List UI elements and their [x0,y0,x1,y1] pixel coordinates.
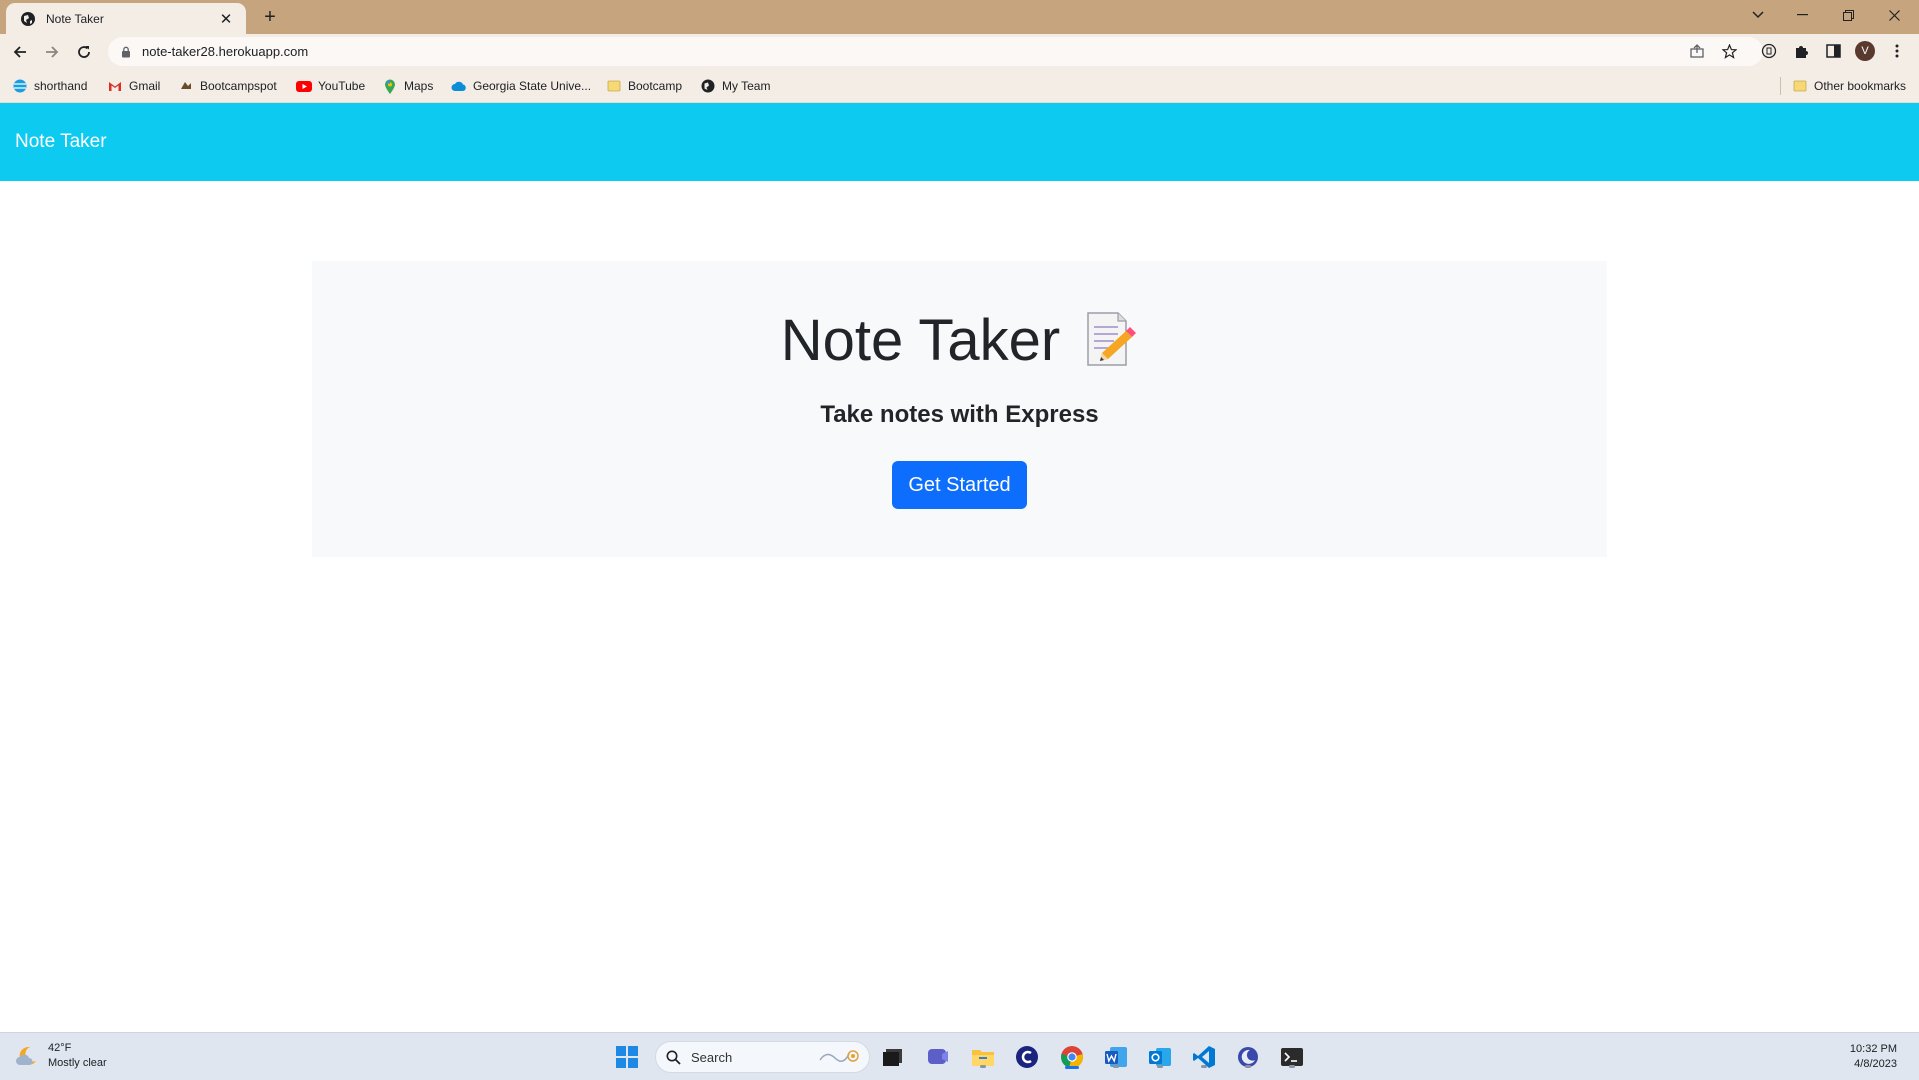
word-icon[interactable] [1101,1042,1131,1072]
maps-pin-icon [382,78,398,94]
taskbar-clock[interactable]: 10:32 PM 4/8/2023 [1850,1042,1897,1072]
bookmark-my-team[interactable]: My Team [700,77,770,95]
reload-icon[interactable] [70,38,98,66]
navbar-brand[interactable]: Note Taker [15,131,107,153]
back-arrow-icon[interactable] [6,38,34,66]
folder-icon [1792,78,1808,94]
bookmark-maps[interactable]: Maps [382,77,433,95]
moon-cloud-icon [16,1046,36,1065]
memo-pencil-icon [1087,311,1137,366]
bookmark-star-icon[interactable] [1718,40,1740,62]
running-indicator [980,1065,986,1068]
profile-avatar[interactable]: V [1854,40,1876,62]
search-icon [666,1050,681,1065]
bookmark-gmail[interactable]: Gmail [107,77,160,95]
globe-icon [700,78,716,94]
outlook-icon[interactable] [1145,1042,1175,1072]
weather-temp: 42°F [48,1042,72,1054]
weather-desc: Mostly clear [48,1057,107,1069]
extension-circle-icon[interactable] [1758,40,1780,62]
address-bar[interactable]: note-taker28.herokuapp.com [108,37,1763,66]
running-indicator [1289,1065,1295,1068]
running-indicator [1157,1065,1163,1068]
restore-icon[interactable] [1826,0,1871,30]
hero-jumbotron: Note Taker Take notes with Express Get S… [312,261,1607,557]
bookmark-shorthand[interactable]: shorthand [12,77,87,95]
windows-taskbar: 42°F Mostly clear Search 10:32 PM 4/8/20… [0,1032,1919,1080]
bookmark-bootcamp-folder[interactable]: Bootcamp [606,77,682,95]
vscode-icon[interactable] [1189,1042,1219,1072]
running-indicator [1245,1065,1251,1068]
bootcampspot-icon [178,78,194,94]
active-indicator [1065,1066,1079,1069]
weather-widget[interactable]: 42°F Mostly clear [14,1041,107,1071]
taskbar-search[interactable]: Search [655,1041,870,1073]
close-window-icon[interactable] [1872,0,1917,30]
menu-kebab-icon[interactable] [1886,40,1908,62]
running-indicator [1201,1065,1207,1068]
att-globe-icon [12,78,28,94]
hero-subtitle: Take notes with Express [820,401,1099,428]
browser-tabstrip: Note Taker ✕ + [0,0,1919,34]
bookmark-bootcampspot[interactable]: Bootcampspot [178,77,277,95]
youtube-icon [296,78,312,94]
cloud-icon [451,78,467,94]
task-view-icon[interactable] [878,1042,908,1072]
app-moon-icon[interactable] [1233,1042,1263,1072]
share-icon[interactable] [1686,40,1708,62]
lock-icon [122,46,130,57]
bookmarks-bar: shorthand Gmail Bootcampspot YouTube Map… [0,69,1919,103]
clock-date: 4/8/2023 [1854,1058,1897,1070]
chrome-icon[interactable] [1057,1042,1087,1072]
file-explorer-icon[interactable] [968,1042,998,1072]
taskbar-search-label: Search [691,1049,733,1065]
app-navbar: Note Taker [0,103,1919,181]
get-started-button[interactable]: Get Started [892,461,1027,509]
tab-title: Note Taker [46,11,104,26]
side-panel-icon[interactable] [1822,40,1844,62]
clock-time: 10:32 PM [1849,1043,1897,1055]
tab-search-chevron-icon[interactable] [1735,0,1780,30]
url-text: note-taker28.herokuapp.com [142,44,309,59]
app-icon[interactable] [1012,1042,1042,1072]
extensions-puzzle-icon[interactable] [1790,40,1812,62]
folder-icon [606,78,622,94]
browser-toolbar: note-taker28.herokuapp.com V [0,34,1919,69]
forward-arrow-icon[interactable] [38,38,66,66]
teams-icon[interactable] [923,1042,953,1072]
bookmarks-separator [1780,77,1781,95]
profile-initial: V [1855,41,1875,61]
minimize-icon[interactable] [1780,0,1825,30]
browser-tab[interactable]: Note Taker ✕ [6,3,246,34]
terminal-icon[interactable] [1277,1042,1307,1072]
close-tab-icon[interactable]: ✕ [216,9,236,29]
gmail-icon [107,78,123,94]
bookmark-youtube[interactable]: YouTube [296,77,365,95]
other-bookmarks[interactable]: Other bookmarks [1792,77,1906,95]
globe-favicon-icon [21,11,35,26]
new-tab-icon[interactable]: + [258,6,282,30]
start-icon[interactable] [612,1042,642,1072]
hero-title: Note Taker [312,309,1607,373]
bookmark-georgia-state[interactable]: Georgia State Unive... [451,77,591,95]
running-indicator [1113,1065,1119,1068]
hero-title-text: Note Taker [780,308,1061,373]
search-highlight-doodle-icon [819,1050,859,1062]
